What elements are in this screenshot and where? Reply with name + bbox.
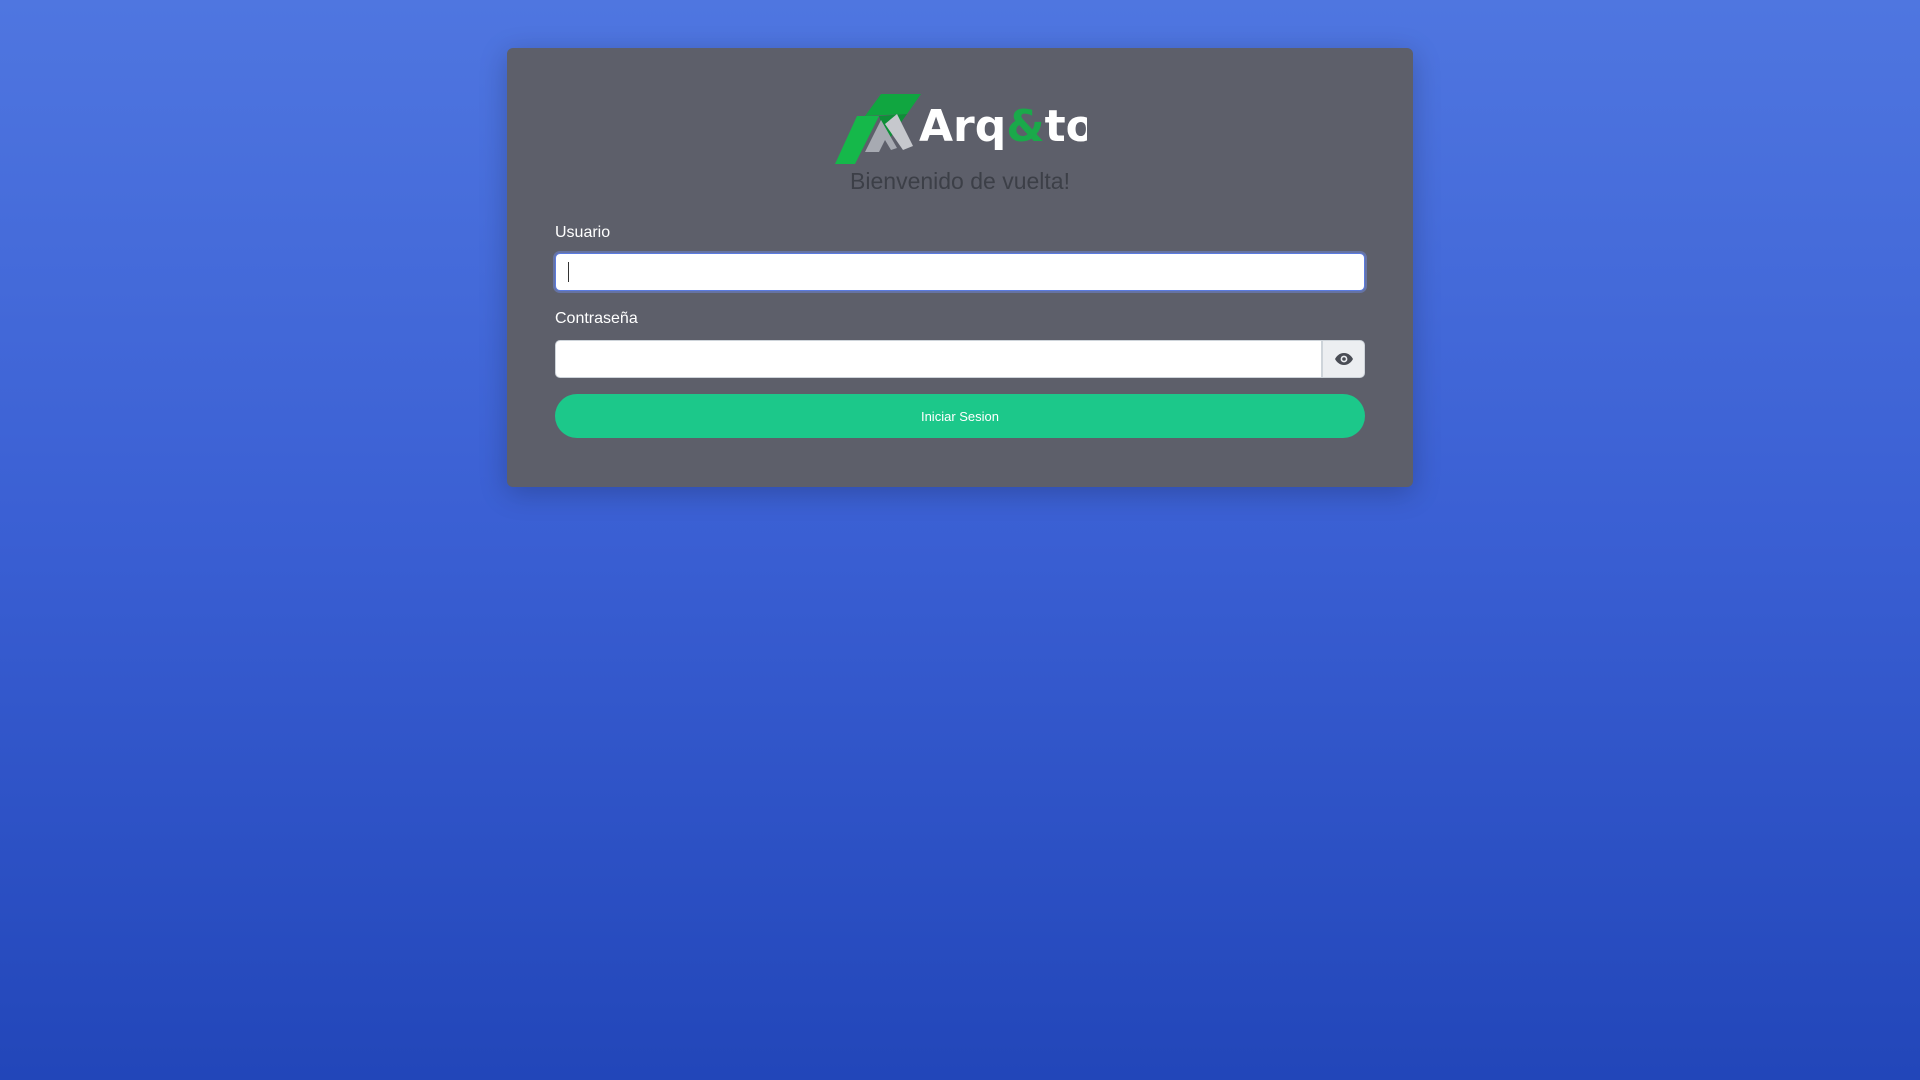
mountain-logo-icon xyxy=(835,94,921,164)
login-button[interactable]: Iniciar Sesion xyxy=(555,394,1365,438)
brand-name-part1: Arq xyxy=(919,101,1006,152)
username-input[interactable] xyxy=(555,253,1365,291)
svg-text:Arq&top: Arq&top xyxy=(919,101,1087,152)
password-label: Contraseña xyxy=(555,310,638,327)
password-input[interactable] xyxy=(555,340,1322,378)
eye-icon xyxy=(1334,353,1353,365)
login-card: Arq&top Bienvenido de vuelta! Usuario Co… xyxy=(507,48,1413,487)
toggle-password-visibility-button[interactable] xyxy=(1322,340,1365,378)
brand-name-ampersand: & xyxy=(1006,101,1044,152)
brand-name-part2: top xyxy=(1045,101,1087,152)
welcome-heading: Bienvenido de vuelta! xyxy=(850,168,1070,194)
text-cursor xyxy=(568,262,569,282)
username-label: Usuario xyxy=(555,224,611,241)
brand-logo: Arq&top xyxy=(835,94,1087,166)
